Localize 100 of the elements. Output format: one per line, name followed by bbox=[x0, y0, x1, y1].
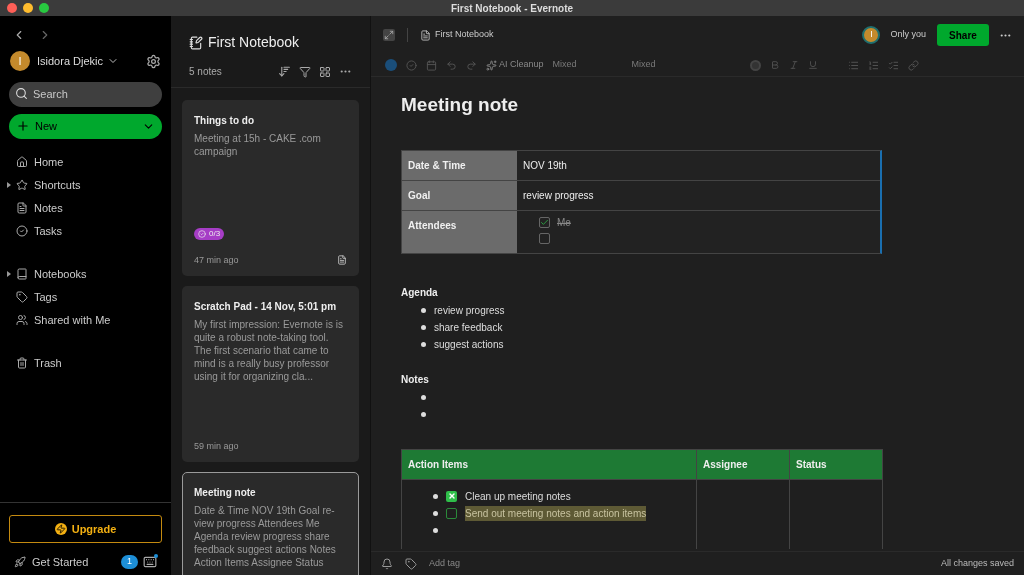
keyboard-icon[interactable] bbox=[143, 555, 157, 569]
home-icon bbox=[16, 156, 28, 168]
nav-label: Notebooks bbox=[34, 266, 87, 282]
nav-item[interactable]: Shortcuts bbox=[0, 173, 171, 197]
view-icon[interactable] bbox=[319, 65, 331, 78]
nav-item[interactable]: Notes bbox=[0, 196, 171, 220]
sort-icon[interactable] bbox=[278, 65, 291, 78]
close-icon[interactable] bbox=[7, 3, 17, 13]
task-checkbox[interactable] bbox=[446, 507, 457, 519]
table-header-cell: Goal bbox=[402, 180, 517, 210]
nav-item[interactable]: Shared with Me bbox=[0, 308, 171, 332]
nav-item[interactable]: Notebooks bbox=[0, 262, 171, 286]
tag-icon[interactable] bbox=[405, 557, 417, 570]
note-snippet: Meeting at 15h - CAKE .com campaign bbox=[194, 132, 322, 158]
table-header-cell: Attendees bbox=[402, 210, 517, 253]
expand-caret-icon[interactable] bbox=[7, 182, 11, 188]
nav-label: Home bbox=[34, 154, 64, 170]
nav-label: Tasks bbox=[34, 223, 63, 239]
get-started-link[interactable]: Get Started bbox=[32, 553, 89, 571]
save-status: All changes saved bbox=[940, 556, 1014, 570]
notebook-title: First Notebook bbox=[208, 33, 300, 52]
checklist-text: Me bbox=[557, 216, 571, 230]
share-button[interactable]: Share bbox=[937, 24, 989, 46]
table-header-cell: Date & Time bbox=[402, 150, 517, 180]
nav-label: Notes bbox=[34, 200, 63, 216]
bulleted-list-icon[interactable] bbox=[847, 59, 859, 71]
search-field[interactable]: Search bbox=[9, 81, 162, 107]
note-title: Things to do bbox=[194, 114, 255, 128]
check-circle-icon[interactable] bbox=[406, 59, 417, 71]
rocket-icon bbox=[14, 556, 26, 568]
bullet-icon bbox=[433, 527, 438, 533]
user-name[interactable]: Isidora Djekic bbox=[37, 52, 104, 70]
note-time: 59 min ago bbox=[194, 439, 239, 453]
note-count: 5 notes bbox=[189, 65, 222, 79]
nav-item[interactable]: Tasks bbox=[0, 219, 171, 243]
nav-label: Tags bbox=[34, 289, 58, 305]
calendar-icon[interactable] bbox=[426, 59, 437, 71]
task-text: Clean up meeting notes bbox=[465, 489, 571, 504]
search-icon bbox=[15, 87, 28, 100]
note-snippet: Date & Time NOV 19th Goal re-view progress Attendees Me Agenda review progress share feedback suggest actions Notes Action Items Assignee Status bbox=[194, 504, 337, 569]
check-circle-icon bbox=[16, 225, 28, 237]
nav-label: Shared with Me bbox=[34, 312, 111, 328]
bullet-icon bbox=[421, 307, 426, 313]
note-card[interactable]: Things to do Meeting at 15h - CAKE .com campaign 0/3 47 min ago bbox=[182, 100, 359, 276]
checklist-icon[interactable] bbox=[887, 59, 899, 71]
note-icon bbox=[16, 202, 28, 214]
list-item-text: review progress bbox=[434, 303, 505, 318]
expand-icon[interactable] bbox=[383, 29, 395, 41]
lightning-icon bbox=[54, 523, 67, 535]
note-snippet: My first impression: Evernote is is quite a robust note-taking tool. The first scenario that came to mind is a really busy professor using it for organizing cla... bbox=[194, 318, 344, 383]
list-item-text: share feedback bbox=[434, 320, 503, 335]
book-icon bbox=[16, 268, 28, 280]
nav-item[interactable]: Trash bbox=[0, 351, 171, 375]
notebook-icon bbox=[189, 35, 203, 50]
ai-cleanup-button[interactable]: AI Cleanup bbox=[486, 58, 544, 72]
add-tag-field[interactable]: Add tag bbox=[429, 556, 461, 571]
nav-item[interactable]: Home bbox=[0, 150, 171, 174]
new-button[interactable]: New bbox=[9, 113, 162, 139]
note-icon bbox=[337, 255, 347, 266]
bullet-icon bbox=[421, 341, 426, 347]
section-heading: Notes bbox=[401, 372, 430, 387]
task-text: Send out meeting notes and action items bbox=[465, 505, 647, 521]
note-time: 47 min ago bbox=[194, 253, 239, 267]
zoom-icon[interactable] bbox=[39, 3, 49, 13]
list-item-text: suggest actions bbox=[434, 337, 504, 352]
breadcrumb-link[interactable]: First Notebook bbox=[435, 28, 494, 42]
link-icon[interactable] bbox=[907, 59, 919, 71]
checkbox[interactable] bbox=[539, 233, 550, 244]
sparkle-icon bbox=[486, 59, 497, 71]
reminder-icon[interactable] bbox=[381, 557, 393, 570]
table-header-cell: Assignee bbox=[696, 449, 789, 479]
note-card[interactable]: Meeting note Date & Time NOV 19th Goal re-view progress Attendees Me Agenda review progress share feedback suggest actions Notes Action Items Assignee Status bbox=[182, 472, 359, 575]
bullet-icon bbox=[433, 510, 438, 516]
tag-icon bbox=[16, 291, 28, 303]
numbered-list-icon[interactable] bbox=[867, 59, 879, 71]
size-select[interactable]: Mixed bbox=[631, 58, 702, 72]
note-title: Meeting note bbox=[401, 93, 520, 117]
table-header-cell-text: Action Items bbox=[407, 457, 469, 472]
checkbox[interactable] bbox=[539, 217, 550, 228]
bullet-icon bbox=[421, 411, 426, 417]
nav-label: Shortcuts bbox=[34, 177, 81, 193]
filter-icon[interactable] bbox=[299, 65, 311, 78]
bullet-icon bbox=[433, 493, 438, 499]
nav-item[interactable]: Tags bbox=[0, 285, 171, 309]
font-select[interactable]: Mixed bbox=[552, 58, 623, 72]
settings-icon[interactable] bbox=[146, 53, 161, 69]
trash-icon bbox=[16, 357, 28, 369]
window-title: First Notebook - Evernote bbox=[450, 1, 574, 16]
expand-caret-icon[interactable] bbox=[7, 271, 11, 277]
bullet-icon bbox=[421, 394, 426, 400]
upgrade-button[interactable]: Upgrade bbox=[9, 515, 162, 543]
notebook-icon bbox=[420, 29, 431, 41]
bullet-icon bbox=[421, 324, 426, 330]
table-header-cell: Status bbox=[789, 449, 882, 479]
minimize-icon[interactable] bbox=[23, 3, 33, 13]
task-checkbox[interactable] bbox=[446, 490, 457, 502]
note-title: Scratch Pad - 14 Nov, 5:01 pm bbox=[194, 300, 338, 314]
people-icon bbox=[16, 314, 28, 326]
star-icon bbox=[16, 179, 28, 191]
count-badge: 1 bbox=[121, 555, 138, 569]
